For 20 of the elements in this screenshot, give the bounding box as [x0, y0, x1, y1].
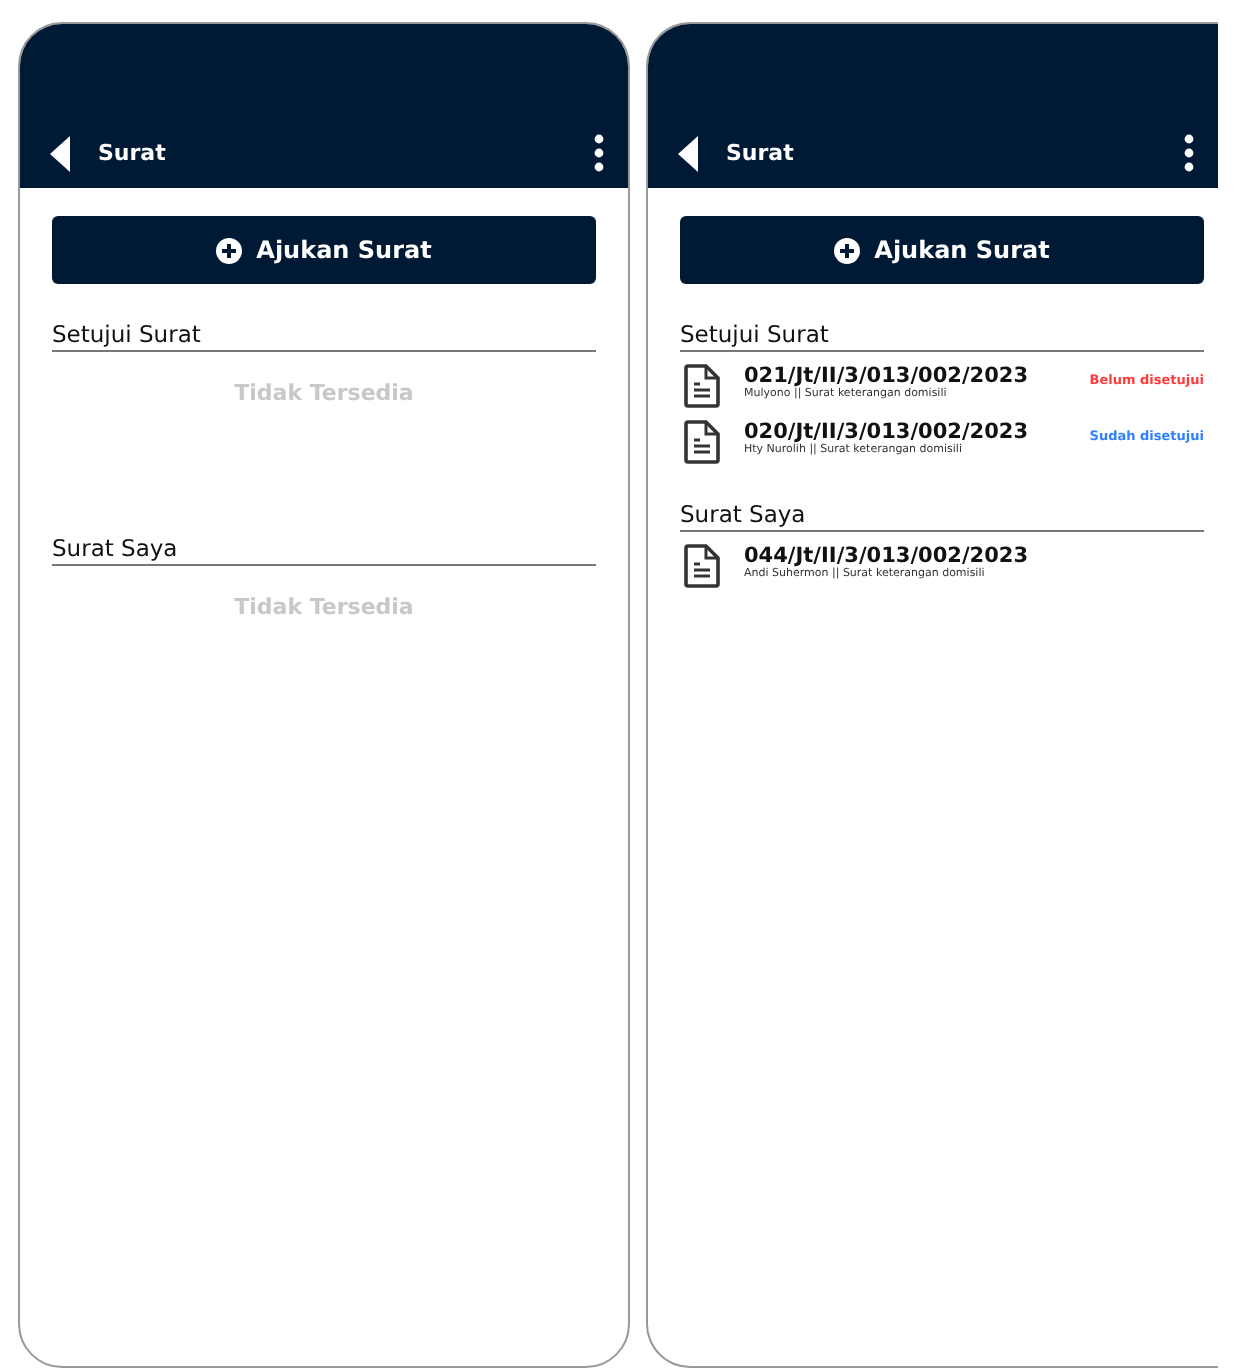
more-icon[interactable] — [1184, 134, 1194, 172]
letter-number[interactable]: 021/Jt/II/3/013/002/2023 — [744, 364, 1066, 388]
more-icon[interactable] — [594, 134, 604, 172]
screen-title: Surat — [98, 140, 168, 170]
screen-title: Surat — [726, 140, 796, 170]
section-heading: Setujui Surat — [680, 320, 1204, 352]
back-icon[interactable] — [678, 136, 698, 172]
section-heading: Setujui Surat — [52, 320, 596, 352]
letter-number[interactable]: 044/Jt/II/3/013/002/2023 — [744, 544, 1204, 568]
section-heading: Surat Saya — [680, 500, 1204, 532]
submit-letter-button[interactable]: Ajukan Surat — [680, 216, 1204, 284]
letter-number[interactable]: 020/Jt/II/3/013/002/2023 — [744, 420, 1066, 444]
section-heading: Surat Saya — [52, 534, 596, 566]
submit-letter-button[interactable]: Ajukan Surat — [52, 216, 596, 284]
plus-circle-icon — [216, 237, 243, 263]
document-icon — [684, 364, 720, 408]
plus-circle-icon — [834, 237, 861, 263]
document-icon — [684, 420, 720, 464]
back-icon[interactable] — [50, 136, 70, 172]
document-icon — [684, 544, 720, 588]
